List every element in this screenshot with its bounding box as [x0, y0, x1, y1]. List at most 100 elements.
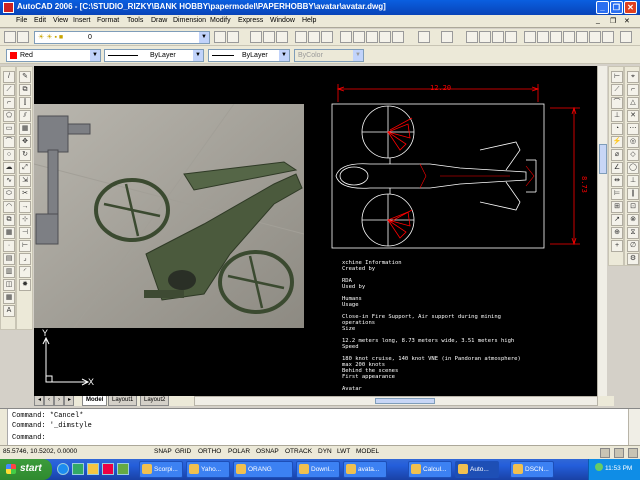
- offset-icon[interactable]: ⫽: [19, 110, 31, 122]
- arc-length-icon[interactable]: ⌒: [611, 97, 623, 109]
- fillet-icon[interactable]: ◜: [19, 266, 31, 278]
- stretch-icon[interactable]: ⇲: [19, 175, 31, 187]
- taskbar-button[interactable]: Yaho...: [186, 461, 230, 478]
- horizontal-scrollbar[interactable]: [194, 396, 598, 406]
- join-icon[interactable]: ⊢: [19, 240, 31, 252]
- osnap-toggle[interactable]: OSNAP: [256, 448, 279, 455]
- properties-icon[interactable]: [524, 31, 536, 43]
- taskbar-button[interactable]: Calcul...: [408, 461, 452, 478]
- close-button[interactable]: ✕: [624, 1, 637, 14]
- erase-icon[interactable]: ✎: [19, 71, 31, 83]
- minimize-button[interactable]: _: [596, 1, 609, 14]
- menu-draw[interactable]: Draw: [151, 17, 167, 24]
- sheet-set-icon[interactable]: [563, 31, 575, 43]
- internet-explorer-quicklaunch-icon[interactable]: [57, 463, 69, 475]
- tolerance-icon[interactable]: ⊕: [611, 227, 623, 239]
- tab-layout1[interactable]: Layout1: [108, 396, 138, 406]
- snap-quadrant-icon[interactable]: ◇: [627, 149, 639, 161]
- menu-edit[interactable]: Edit: [34, 17, 46, 24]
- vertical-scrollbar[interactable]: [597, 66, 607, 396]
- coordinate-readout[interactable]: 85.5746, 10.5202, 0.0000: [3, 448, 77, 455]
- tab-first-arrow[interactable]: ◂: [34, 396, 44, 406]
- zoom-previous-icon[interactable]: [505, 31, 517, 43]
- taskbar-button[interactable]: avata...: [343, 461, 387, 478]
- linetype-combo[interactable]: ByLayer ▼: [104, 49, 204, 62]
- revision-cloud-icon[interactable]: ☁: [3, 162, 15, 174]
- lineweight-combo[interactable]: ByLayer ▼: [208, 49, 290, 62]
- menu-modify[interactable]: Modify: [210, 17, 231, 24]
- spline-icon[interactable]: ∿: [3, 175, 15, 187]
- match-properties-icon[interactable]: [379, 31, 391, 43]
- hatch-icon[interactable]: ▤: [3, 253, 15, 265]
- taskbar-button[interactable]: Downl...: [296, 461, 340, 478]
- osnap-settings-icon[interactable]: ⚙: [627, 253, 639, 265]
- tab-model[interactable]: Model: [82, 396, 108, 406]
- doc-restore-button[interactable]: ❐: [610, 17, 616, 25]
- zoom-window-icon[interactable]: [492, 31, 504, 43]
- ellipse-arc-icon[interactable]: ◠: [3, 201, 15, 213]
- insert-block-icon[interactable]: ⧉: [3, 214, 15, 226]
- menu-file[interactable]: File: [16, 17, 27, 24]
- snap-toggle[interactable]: SNAP: [154, 448, 172, 455]
- command-line-window[interactable]: Command: *Cancel* Command: '_dimstyle Co…: [0, 408, 640, 446]
- linear-dimension-icon[interactable]: ⊢: [611, 71, 623, 83]
- tab-last-arrow[interactable]: ▸: [64, 396, 74, 406]
- tool-palettes-icon[interactable]: [550, 31, 562, 43]
- menu-format[interactable]: Format: [97, 17, 119, 24]
- start-button[interactable]: start: [0, 459, 52, 480]
- menu-insert[interactable]: Insert: [73, 17, 91, 24]
- diameter-icon[interactable]: ⌀: [611, 149, 623, 161]
- markup-icon[interactable]: [576, 31, 588, 43]
- multiline-text-icon[interactable]: A: [3, 305, 15, 317]
- make-current-layer-icon[interactable]: [214, 31, 226, 43]
- menu-express[interactable]: Express: [238, 17, 263, 24]
- tab-next-arrow[interactable]: ›: [54, 396, 64, 406]
- snap-none-icon[interactable]: ∅: [627, 240, 639, 252]
- mirror-icon[interactable]: ⫿: [19, 97, 31, 109]
- rotate-icon[interactable]: ↻: [19, 149, 31, 161]
- chevron-down-icon[interactable]: ▼: [199, 32, 209, 43]
- snap-perpendicular-icon[interactable]: ⊥: [627, 175, 639, 187]
- quick-dimension-icon[interactable]: ⇹: [611, 175, 623, 187]
- menu-view[interactable]: View: [53, 17, 68, 24]
- chevron-down-icon[interactable]: ▼: [193, 50, 203, 61]
- center-mark-icon[interactable]: +: [611, 240, 623, 252]
- style-icon[interactable]: [620, 31, 632, 43]
- break-at-point-icon[interactable]: ⊹: [19, 214, 31, 226]
- baseline-icon[interactable]: ⊨: [611, 188, 623, 200]
- command-prompt[interactable]: Command:: [12, 434, 46, 442]
- angular-icon[interactable]: ∠: [611, 162, 623, 174]
- snap-intersection-icon[interactable]: ✕: [627, 110, 639, 122]
- snap-endpoint-icon[interactable]: ⌐: [627, 84, 639, 96]
- tab-prev-arrow[interactable]: ‹: [44, 396, 54, 406]
- continue-icon[interactable]: ⊞: [611, 201, 623, 213]
- help-icon[interactable]: [602, 31, 614, 43]
- array-icon[interactable]: ▦: [19, 123, 31, 135]
- region-icon[interactable]: ◫: [3, 279, 15, 291]
- ellipse-icon[interactable]: ⬭: [3, 188, 15, 200]
- new-icon[interactable]: [250, 31, 262, 43]
- model-toggle[interactable]: MODEL: [356, 448, 379, 455]
- restore-button[interactable]: ❐: [610, 1, 623, 14]
- lock-icon[interactable]: [614, 448, 624, 458]
- plot-preview-icon[interactable]: [308, 31, 320, 43]
- design-center-icon[interactable]: [537, 31, 549, 43]
- undo-icon[interactable]: [418, 31, 430, 43]
- leader-icon[interactable]: ↗: [611, 214, 623, 226]
- redo-icon[interactable]: [441, 31, 453, 43]
- ordinate-icon[interactable]: ⊥: [611, 110, 623, 122]
- open-icon[interactable]: [263, 31, 275, 43]
- lwt-toggle[interactable]: LWT: [337, 448, 350, 455]
- drawing-canvas[interactable]: Y X 12.20 8.73 xchine Information Create…: [34, 66, 597, 396]
- menu-window[interactable]: Window: [270, 17, 295, 24]
- cut-icon[interactable]: [340, 31, 352, 43]
- table-icon[interactable]: ▦: [3, 292, 15, 304]
- save-icon[interactable]: [276, 31, 288, 43]
- rectangle-icon[interactable]: ▭: [3, 123, 15, 135]
- calculator-icon[interactable]: [589, 31, 601, 43]
- scale-icon[interactable]: ⤢: [19, 162, 31, 174]
- pan-icon[interactable]: [466, 31, 478, 43]
- publish-icon[interactable]: [321, 31, 333, 43]
- otrack-toggle[interactable]: OTRACK: [285, 448, 312, 455]
- zoom-realtime-icon[interactable]: [479, 31, 491, 43]
